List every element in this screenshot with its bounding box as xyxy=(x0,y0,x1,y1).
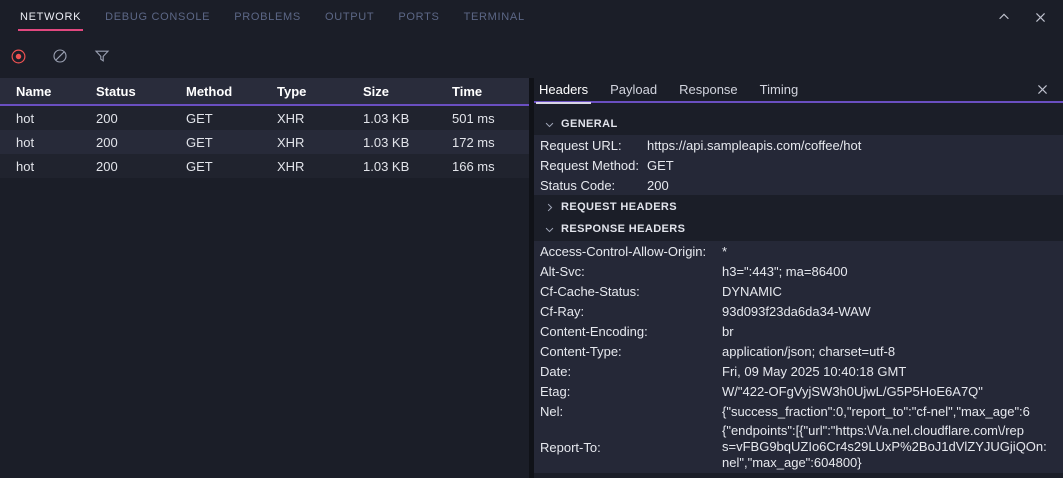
network-devtools-panel: NETWORK DEBUG CONSOLE PROBLEMS OUTPUT PO… xyxy=(0,0,1063,478)
network-content: Name Status Method Type Size Time hot 20… xyxy=(0,78,1063,478)
panel-actions xyxy=(995,0,1049,34)
clear-network-log-icon[interactable] xyxy=(49,45,71,67)
detail-tabs: Headers Payload Response Timing xyxy=(539,77,1033,102)
kv-row-status-code: Status Code: 200 xyxy=(534,175,1063,195)
cell-status: 200 xyxy=(96,159,186,174)
tab-ports[interactable]: PORTS xyxy=(398,0,439,34)
column-header-type[interactable]: Type xyxy=(277,84,363,99)
tab-response[interactable]: Response xyxy=(679,77,738,102)
section-response-headers[interactable]: RESPONSE HEADERS xyxy=(534,218,1063,240)
table-row[interactable]: hot 200 GET XHR 1.03 KB 501 ms xyxy=(0,106,529,130)
report-to-value: {"endpoints":[{"url":"https:\/\/a.nel.cl… xyxy=(722,423,1063,471)
close-panel-icon[interactable] xyxy=(1031,8,1049,26)
kv-row-content-encoding: Content-Encoding: br xyxy=(534,321,1063,341)
kv-row-report-to: Report-To: {"endpoints":[{"url":"https:\… xyxy=(534,421,1063,473)
detail-body: GENERAL Request URL: https://api.samplea… xyxy=(534,103,1063,478)
kv-row-content-type: Content-Type: application/json; charset=… xyxy=(534,341,1063,361)
cell-status: 200 xyxy=(96,111,186,126)
cell-size: 1.03 KB xyxy=(363,135,452,150)
tab-output[interactable]: OUTPUT xyxy=(325,0,374,34)
filter-icon[interactable] xyxy=(91,45,113,67)
request-table: Name Status Method Type Size Time hot 20… xyxy=(0,78,529,478)
record-icon[interactable] xyxy=(7,45,29,67)
kv-row-cf-cache-status: Cf-Cache-Status: DYNAMIC xyxy=(534,281,1063,301)
cell-type: XHR xyxy=(277,159,363,174)
request-table-header: Name Status Method Type Size Time xyxy=(0,78,529,106)
kv-row-etag: Etag: W/"422-OFgVyjSW3h0UjwL/G5P5HoE6A7Q… xyxy=(534,381,1063,401)
cell-size: 1.03 KB xyxy=(363,159,452,174)
column-header-time[interactable]: Time xyxy=(452,84,529,99)
kv-row-request-url: Request URL: https://api.sampleapis.com/… xyxy=(534,135,1063,155)
response-headers-block: Access-Control-Allow-Origin: * Alt-Svc: … xyxy=(534,241,1063,473)
cell-status: 200 xyxy=(96,135,186,150)
cell-time: 172 ms xyxy=(452,135,529,150)
kv-row-alt-svc: Alt-Svc: h3=":443"; ma=86400 xyxy=(534,261,1063,281)
cell-type: XHR xyxy=(277,111,363,126)
tab-timing[interactable]: Timing xyxy=(760,77,799,102)
panel-tabs: NETWORK DEBUG CONSOLE PROBLEMS OUTPUT PO… xyxy=(20,0,525,34)
table-row[interactable]: hot 200 GET XHR 1.03 KB 166 ms xyxy=(0,154,529,178)
kv-row-date: Date: Fri, 09 May 2025 10:40:18 GMT xyxy=(534,361,1063,381)
kv-row-nel: Nel: {"success_fraction":0,"report_to":"… xyxy=(534,401,1063,421)
tab-problems[interactable]: PROBLEMS xyxy=(234,0,301,34)
cell-name: hot xyxy=(16,159,96,174)
chevron-down-icon xyxy=(544,224,555,235)
chevron-down-icon xyxy=(544,119,555,130)
chevron-up-icon[interactable] xyxy=(995,8,1013,26)
cell-name: hot xyxy=(16,135,96,150)
panel-tabbar: NETWORK DEBUG CONSOLE PROBLEMS OUTPUT PO… xyxy=(0,0,1063,34)
cell-time: 166 ms xyxy=(452,159,529,174)
tab-debug-console[interactable]: DEBUG CONSOLE xyxy=(105,0,210,34)
detail-tabbar: Headers Payload Response Timing xyxy=(534,78,1063,103)
close-detail-icon[interactable] xyxy=(1033,81,1051,99)
request-detail-pane: Headers Payload Response Timing GENERAL … xyxy=(534,78,1063,478)
cell-type: XHR xyxy=(277,135,363,150)
cell-method: GET xyxy=(186,159,277,174)
kv-row-access-control-allow-origin: Access-Control-Allow-Origin: * xyxy=(534,241,1063,261)
tab-terminal[interactable]: TERMINAL xyxy=(464,0,525,34)
column-header-method[interactable]: Method xyxy=(186,84,277,99)
general-block: Request URL: https://api.sampleapis.com/… xyxy=(534,135,1063,195)
column-header-size[interactable]: Size xyxy=(363,84,452,99)
cell-time: 501 ms xyxy=(452,111,529,126)
column-header-name[interactable]: Name xyxy=(16,84,96,99)
cell-name: hot xyxy=(16,111,96,126)
tab-network[interactable]: NETWORK xyxy=(20,0,81,34)
cell-method: GET xyxy=(186,135,277,150)
cell-method: GET xyxy=(186,111,277,126)
tab-headers[interactable]: Headers xyxy=(539,77,588,102)
table-row[interactable]: hot 200 GET XHR 1.03 KB 172 ms xyxy=(0,130,529,154)
section-general[interactable]: GENERAL xyxy=(534,113,1063,135)
chevron-right-icon xyxy=(544,202,555,213)
column-header-status[interactable]: Status xyxy=(96,84,186,99)
kv-row-request-method: Request Method: GET xyxy=(534,155,1063,175)
tab-payload[interactable]: Payload xyxy=(610,77,657,102)
cell-size: 1.03 KB xyxy=(363,111,452,126)
kv-row-cf-ray: Cf-Ray: 93d093f23da6da34-WAW xyxy=(534,301,1063,321)
network-toolbar xyxy=(0,34,1063,78)
section-request-headers[interactable]: REQUEST HEADERS xyxy=(534,196,1063,218)
